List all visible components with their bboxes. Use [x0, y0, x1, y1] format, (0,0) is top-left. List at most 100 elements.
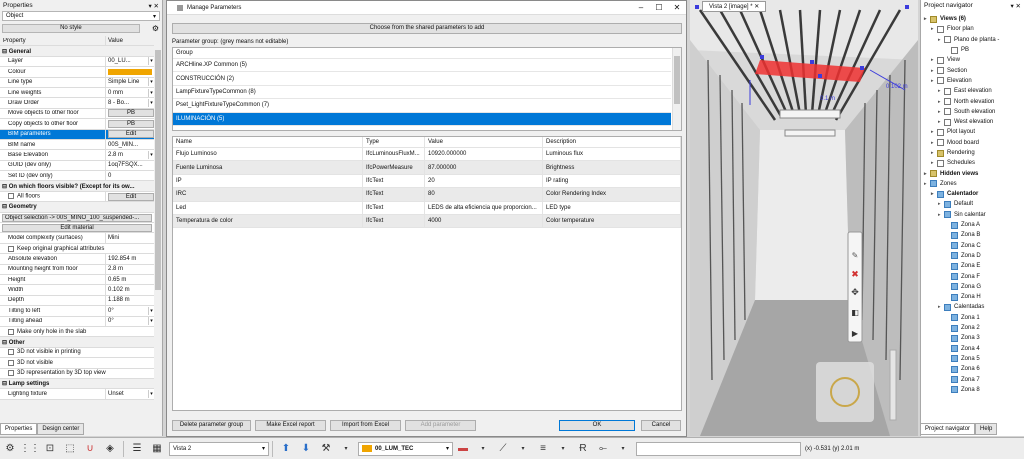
chevron-down-icon[interactable]: ▾: [148, 389, 154, 398]
property-value[interactable]: 0°: [108, 308, 114, 314]
command-input[interactable]: [636, 441, 801, 456]
param-value[interactable]: 20: [425, 174, 543, 188]
settings-icon[interactable]: ⚙: [1, 440, 19, 458]
property-row[interactable]: Set ID (dev only) 0: [0, 171, 154, 182]
list-icon[interactable]: ☰: [128, 440, 146, 458]
param-value[interactable]: 10920.000000: [425, 148, 543, 161]
property-row[interactable]: Mounting height from floor 2.8 m: [0, 264, 154, 275]
tab-vista-2[interactable]: Vista 2 [image] * ✕: [702, 1, 767, 12]
colour-swatch[interactable]: [108, 68, 152, 75]
tab-properties[interactable]: Properties: [0, 423, 38, 435]
navigator-item[interactable]: Zona E: [921, 261, 1024, 271]
property-row[interactable]: Depth 1.188 m: [0, 295, 154, 307]
tab-project-navigator[interactable]: Project navigator: [920, 423, 976, 435]
parameter-row[interactable]: Temperatura de color IfcText 4000 Color tem…: [173, 214, 681, 229]
delete-parameter-group-button[interactable]: Delete parameter group: [172, 420, 251, 431]
navigator-item[interactable]: ▸ Calentador: [921, 189, 1024, 199]
property-row[interactable]: Height 0.65 m: [0, 274, 154, 286]
checkbox-row[interactable]: Keep original graphical attributes: [0, 243, 154, 255]
dropdown-icon[interactable]: ▾: [554, 440, 572, 458]
magnet-icon[interactable]: ∪: [81, 440, 99, 458]
navigator-item[interactable]: ▸ Calentadas: [921, 302, 1024, 312]
close-icon[interactable]: ✕: [668, 3, 686, 12]
object-type-combo[interactable]: Object ▾: [2, 11, 160, 21]
navigator-item[interactable]: Zona C: [921, 241, 1024, 251]
arrow-down-icon[interactable]: ⬇: [297, 440, 315, 458]
checkbox[interactable]: [8, 328, 14, 335]
arrow-up-icon[interactable]: ⬆: [277, 440, 295, 458]
chevron-down-icon[interactable]: ▾: [148, 306, 154, 315]
cancel-button[interactable]: Cancel: [641, 420, 681, 431]
layer-combo[interactable]: 00_LUM_TEC ▾: [358, 441, 453, 456]
group-row[interactable]: ILUMINACIÓN (5): [173, 112, 671, 126]
property-value[interactable]: Mini: [108, 235, 119, 241]
layers-icon[interactable]: ◈: [101, 440, 119, 458]
param-value[interactable]: 87.000000: [425, 161, 543, 174]
section-general[interactable]: ⊟ General: [0, 46, 154, 57]
navigator-item[interactable]: Zona 3: [921, 333, 1024, 343]
section-lamp[interactable]: ⊟ Lamp settings: [0, 378, 154, 390]
navigator-item[interactable]: ▸ Section: [921, 65, 1024, 75]
chevron-down-icon[interactable]: ▾: [148, 88, 154, 97]
navigator-item[interactable]: ▸ South elevation: [921, 107, 1024, 117]
panel-controls-icon[interactable]: ▾ ✕: [148, 2, 159, 10]
checkbox-row[interactable]: 3D not visible in printing: [0, 347, 154, 359]
group-scrollbar[interactable]: [672, 48, 681, 130]
edit-material-button[interactable]: Edit material: [2, 224, 152, 233]
navigator-item[interactable]: ▸ Schedules: [921, 158, 1024, 168]
property-row[interactable]: Width 0.102 m: [0, 285, 154, 296]
tab-help[interactable]: Help: [975, 423, 998, 435]
param-value[interactable]: 4000: [425, 214, 543, 228]
property-row[interactable]: Line weights 0 mm ▾: [0, 87, 154, 99]
dropdown-icon[interactable]: ▾: [474, 440, 492, 458]
properties-scrollbar[interactable]: [155, 42, 161, 416]
group-row[interactable]: ARCHline.XP Common (5): [173, 59, 671, 73]
parameter-row[interactable]: IP IfcText 20 IP rating: [173, 174, 681, 189]
line-weight-icon[interactable]: ≡: [534, 440, 552, 458]
tab-design-center[interactable]: Design center: [37, 423, 85, 435]
object-selection-row[interactable]: Object selection -> 00S_MINO_100_suspend…: [0, 212, 154, 224]
property-edit-button[interactable]: Edit: [108, 130, 154, 139]
property-row[interactable]: BIM name 00S_MIN...: [0, 139, 154, 151]
dimension-icon[interactable]: ⟜: [594, 440, 612, 458]
all-floors-edit-button[interactable]: Edit: [108, 192, 154, 201]
section-other[interactable]: ⊟ Other: [0, 337, 154, 348]
minimize-icon[interactable]: –: [632, 3, 650, 12]
close-icon[interactable]: ✕: [754, 4, 759, 10]
navigator-item[interactable]: Zona 7: [921, 374, 1024, 384]
navigator-item[interactable]: Zona H: [921, 292, 1024, 302]
section-geometry[interactable]: ⊟ Geometry: [0, 202, 154, 213]
selection-icon[interactable]: ⬚: [61, 440, 79, 458]
text-style-icon[interactable]: Ɍ: [574, 440, 592, 458]
collapse-icon[interactable]: ⊟: [2, 340, 9, 346]
navigator-item[interactable]: ▸ Mood board: [921, 138, 1024, 148]
checkbox-row[interactable]: 3D representation by 3D top view: [0, 368, 154, 379]
dropdown-icon[interactable]: ▾: [614, 440, 632, 458]
panel-controls-icon[interactable]: ▾ ✕: [1010, 2, 1021, 10]
navigator-item[interactable]: Zona 8: [921, 385, 1024, 395]
navigator-item[interactable]: Zona G: [921, 282, 1024, 292]
collapse-icon[interactable]: ⊟: [2, 381, 9, 387]
parameter-row[interactable]: Fuente Luminosa IfcPowerMeasure 87.000000 B…: [173, 161, 681, 175]
property-edit-button[interactable]: PB: [108, 119, 154, 128]
navigator-item[interactable]: ▸ Views (6): [921, 14, 1024, 24]
property-row[interactable]: Draw Order 8 - Bo... ▾: [0, 98, 154, 109]
property-row[interactable]: Base Elevation 2.8 m ▾: [0, 150, 154, 161]
ok-button[interactable]: OK: [559, 420, 635, 431]
navigator-item[interactable]: Zona 1: [921, 313, 1024, 323]
checkbox[interactable]: [8, 359, 14, 366]
edit-material-row[interactable]: Edit material: [0, 223, 154, 234]
property-value[interactable]: 0°: [108, 318, 114, 324]
property-value[interactable]: 1.188 m: [108, 297, 130, 303]
gear-icon[interactable]: ⚙: [152, 24, 159, 33]
property-row[interactable]: Tilting to left 0° ▾: [0, 306, 154, 317]
dropdown-icon[interactable]: ▾: [514, 440, 532, 458]
brick-icon[interactable]: ▬: [454, 440, 472, 458]
section-floors[interactable]: ⊟ On which floors visible? (Except for i…: [0, 181, 154, 192]
navigator-item[interactable]: ▸ North elevation: [921, 96, 1024, 106]
collapse-icon[interactable]: ⊟: [2, 204, 9, 210]
navigator-item[interactable]: ▸ Zones: [921, 179, 1024, 189]
navigator-item[interactable]: ▸ East elevation: [921, 86, 1024, 96]
navigator-item[interactable]: ▸ Default: [921, 199, 1024, 209]
navigator-item[interactable]: Zona 5: [921, 354, 1024, 364]
